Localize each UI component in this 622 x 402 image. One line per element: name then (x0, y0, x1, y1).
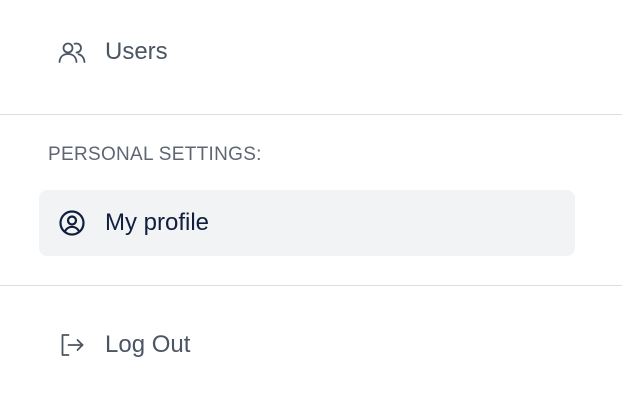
nav-item-label: Log Out (105, 331, 191, 358)
nav-item-label: My profile (105, 209, 210, 236)
nav-item-users[interactable]: Users (39, 19, 575, 85)
nav-item-label: Users (105, 38, 168, 65)
users-icon (57, 37, 87, 67)
logout-icon (57, 330, 87, 360)
divider (0, 114, 622, 115)
user-circle-icon (57, 208, 87, 238)
nav-item-my-profile[interactable]: My profile (39, 190, 575, 256)
divider (0, 285, 622, 286)
section-heading: PERSONAL SETTINGS: (48, 144, 262, 165)
logout-button[interactable]: Log Out (39, 312, 575, 378)
